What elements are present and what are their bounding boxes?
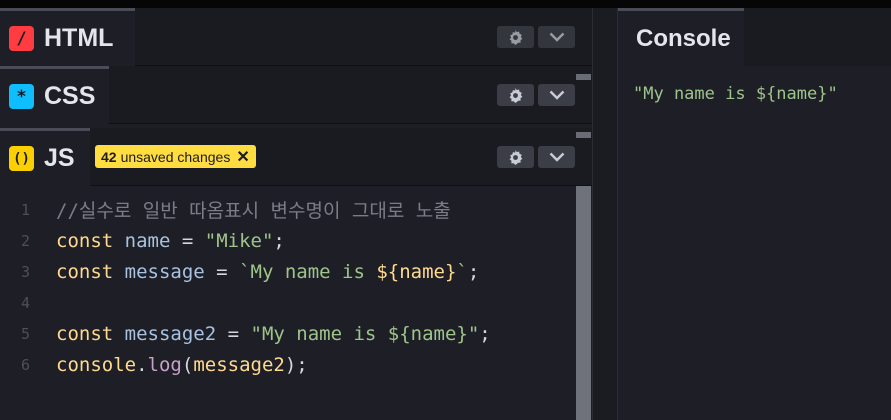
js-settings-button[interactable] bbox=[497, 146, 534, 168]
paren-close: ); bbox=[284, 353, 308, 376]
css-logo-icon: * bbox=[9, 84, 34, 109]
html-settings-button[interactable] bbox=[497, 26, 534, 48]
close-icon[interactable]: ✕ bbox=[236, 147, 249, 167]
js-collapse-button[interactable] bbox=[538, 146, 575, 168]
css-settings-button[interactable] bbox=[497, 84, 534, 106]
semicolon: ; bbox=[479, 322, 491, 345]
console-panel: Console "My name is ${name}" bbox=[618, 8, 891, 420]
code-text: const message2 = "My name is ${name}"; bbox=[56, 323, 491, 345]
paren-open: ( bbox=[181, 353, 194, 376]
identifier: name bbox=[124, 229, 171, 252]
operator: = bbox=[216, 322, 251, 345]
code-line: 6 console.log(message2); bbox=[0, 349, 308, 380]
unsaved-text: unsaved changes bbox=[120, 148, 231, 165]
js-panel-header: () JS 42 unsaved changes ✕ bbox=[0, 128, 592, 186]
html-panel-controls bbox=[497, 26, 575, 48]
code-text: const name = "Mike"; bbox=[56, 230, 285, 252]
chevron-down-icon bbox=[549, 152, 564, 162]
line-number: 4 bbox=[20, 293, 30, 312]
identifier: console bbox=[56, 353, 137, 376]
html-panel-title: HTML bbox=[44, 24, 114, 52]
chevron-down-icon bbox=[549, 90, 564, 100]
code-comment: //실수로 일반 따옴표시 변수명이 그대로 노출 bbox=[56, 200, 451, 222]
css-panel-title: CSS bbox=[44, 82, 96, 110]
identifier: message bbox=[124, 260, 205, 283]
line-number: 1 bbox=[20, 200, 30, 219]
css-panel-tab[interactable]: * CSS bbox=[0, 66, 109, 124]
css-panel-scrollbar[interactable] bbox=[576, 132, 591, 138]
dot-operator: . bbox=[136, 353, 148, 376]
console-output: "My name is ${name}" bbox=[633, 84, 838, 104]
template-literal-end: ` bbox=[456, 260, 468, 283]
html-panel-scrollbar[interactable] bbox=[576, 74, 591, 80]
line-number: 5 bbox=[20, 324, 30, 343]
js-panel-tab[interactable]: () JS bbox=[0, 128, 90, 186]
keyword: const bbox=[56, 260, 114, 283]
semicolon: ; bbox=[273, 229, 285, 252]
string-literal: "My name is ${name}" bbox=[250, 322, 480, 345]
window-top-edge bbox=[0, 0, 891, 8]
editor-column: / HTML * CSS () JS 42 unsaved changes ✕ … bbox=[0, 8, 592, 420]
css-collapse-button[interactable] bbox=[538, 84, 575, 106]
code-text: const message = `My name is ${name}`; bbox=[56, 261, 479, 283]
gear-icon bbox=[509, 29, 523, 45]
css-panel-header: * CSS bbox=[0, 66, 592, 124]
html-panel-header: / HTML bbox=[0, 8, 592, 66]
resize-gutter[interactable] bbox=[592, 8, 618, 420]
js-panel-controls bbox=[497, 146, 575, 168]
template-literal: `My name is bbox=[239, 260, 377, 283]
code-text: console.log(message2); bbox=[56, 354, 308, 376]
code-line: 5 const message2 = "My name is ${name}"; bbox=[0, 318, 491, 349]
keyword: const bbox=[56, 322, 114, 345]
js-editor-scrollbar[interactable] bbox=[576, 186, 591, 420]
code-line: 1 //실수로 일반 따옴표시 변수명이 그대로 노출 bbox=[0, 194, 451, 225]
html-panel-tab[interactable]: / HTML bbox=[0, 8, 135, 66]
identifier: message2 bbox=[124, 322, 217, 345]
js-code-editor[interactable]: 1 //실수로 일반 따옴표시 변수명이 그대로 노출 2 const name… bbox=[0, 194, 592, 420]
semicolon: ; bbox=[467, 260, 480, 283]
js-logo-icon: () bbox=[9, 146, 34, 171]
operator: = bbox=[170, 229, 205, 252]
unsaved-count: 42 bbox=[101, 148, 117, 165]
keyword: const bbox=[56, 229, 114, 252]
template-expression: ${name} bbox=[376, 260, 457, 283]
chevron-down-icon bbox=[549, 32, 564, 42]
js-panel-title: JS bbox=[44, 144, 75, 172]
unsaved-changes-badge[interactable]: 42 unsaved changes ✕ bbox=[95, 145, 256, 168]
code-line: 3 const message = `My name is ${name}`; bbox=[0, 256, 479, 287]
code-line: 2 const name = "Mike"; bbox=[0, 225, 285, 256]
method-name: log bbox=[147, 353, 182, 376]
css-panel-controls bbox=[497, 84, 575, 106]
argument: message2 bbox=[193, 353, 285, 376]
html-logo-icon: / bbox=[9, 26, 34, 51]
divider bbox=[592, 8, 593, 420]
code-line: 4 bbox=[0, 287, 30, 318]
html-collapse-button[interactable] bbox=[538, 26, 575, 48]
operator: = bbox=[204, 260, 240, 283]
console-tab[interactable]: Console bbox=[618, 8, 744, 66]
line-number: 3 bbox=[20, 262, 30, 281]
console-header: Console bbox=[618, 8, 891, 66]
string-literal: "Mike" bbox=[204, 229, 274, 252]
gear-icon bbox=[509, 149, 523, 165]
gear-icon bbox=[509, 87, 523, 103]
line-number: 2 bbox=[20, 231, 30, 250]
line-number: 6 bbox=[20, 355, 30, 374]
